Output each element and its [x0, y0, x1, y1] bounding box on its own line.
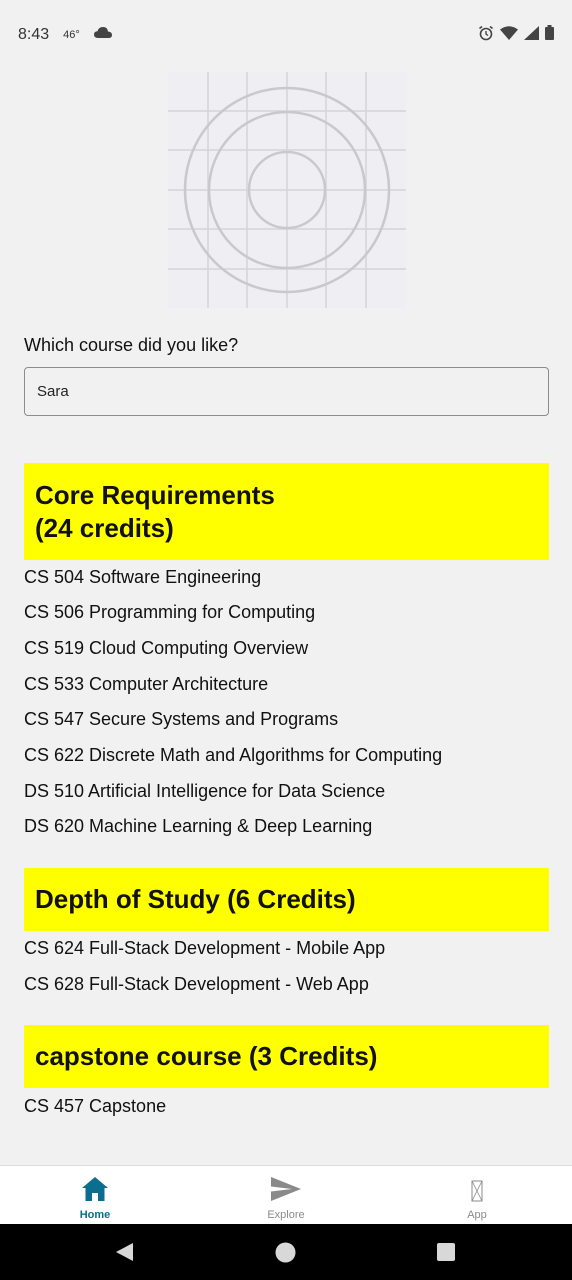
depth-of-study-header: Depth of Study (6 Credits): [24, 868, 549, 931]
core-requirements-title: Core Requirements (24 credits): [35, 479, 275, 545]
nav-tab-explore[interactable]: Explore: [226, 1166, 346, 1225]
cloud-icon: [93, 26, 112, 44]
status-bar: 8:43 46°: [0, 0, 572, 70]
alarm-icon: [478, 25, 494, 46]
system-navigation-bar: [0, 1224, 572, 1280]
course-item: CS 533 Computer Architecture: [24, 674, 269, 694]
course-item: CS 547 Secure Systems and Programs: [24, 709, 339, 729]
missing-glyph-icon: [471, 1180, 483, 1207]
capstone-header: capstone course (3 Credits): [24, 1025, 549, 1088]
core-requirements-header: Core Requirements (24 credits): [24, 463, 549, 560]
nav-label-home: Home: [79, 1209, 111, 1221]
course-item: DS 510 Artificial Intelligence for Data …: [24, 781, 386, 801]
send-icon: [270, 1176, 302, 1207]
nav-tab-app[interactable]: App: [417, 1166, 537, 1225]
placeholder-image: [168, 72, 406, 308]
nav-label-app: App: [467, 1209, 487, 1221]
course-question-label: Which course did you like?: [24, 335, 239, 355]
nav-tab-home[interactable]: Home: [35, 1166, 155, 1225]
course-input[interactable]: [24, 367, 549, 416]
capstone-title: capstone course (3 Credits): [35, 1041, 378, 1071]
status-right: [478, 25, 554, 46]
wifi-icon: [500, 25, 518, 45]
nav-label-explore: Explore: [267, 1209, 305, 1221]
course-item: CS 457 Capstone: [24, 1096, 167, 1116]
course-item: DS 620 Machine Learning & Deep Learning: [24, 816, 373, 836]
course-item: CS 624 Full-Stack Development - Mobile A…: [24, 938, 386, 958]
course-item: CS 506 Programming for Computing: [24, 602, 316, 622]
core-title-line2: (24 credits): [35, 512, 174, 543]
home-button-icon[interactable]: [275, 1242, 296, 1268]
battery-icon: [545, 25, 554, 45]
course-item: CS 504 Software Engineering: [24, 567, 262, 587]
signal-icon: [524, 25, 539, 45]
course-item: CS 628 Full-Stack Development - Web App: [24, 974, 369, 994]
core-title-line1: Core Requirements: [35, 479, 275, 510]
bottom-navigation: Home Explore App: [0, 1165, 572, 1224]
status-time: 8:43: [18, 26, 50, 43]
course-item: CS 519 Cloud Computing Overview: [24, 638, 309, 658]
depth-of-study-title: Depth of Study (6 Credits): [35, 884, 356, 914]
home-icon: [81, 1176, 109, 1207]
status-left: 8:43 46°: [18, 26, 112, 44]
back-icon[interactable]: [114, 1242, 134, 1267]
course-item: CS 622 Discrete Math and Algorithms for …: [24, 745, 443, 765]
recents-icon[interactable]: [437, 1243, 455, 1266]
status-temperature: 46°: [63, 29, 80, 41]
